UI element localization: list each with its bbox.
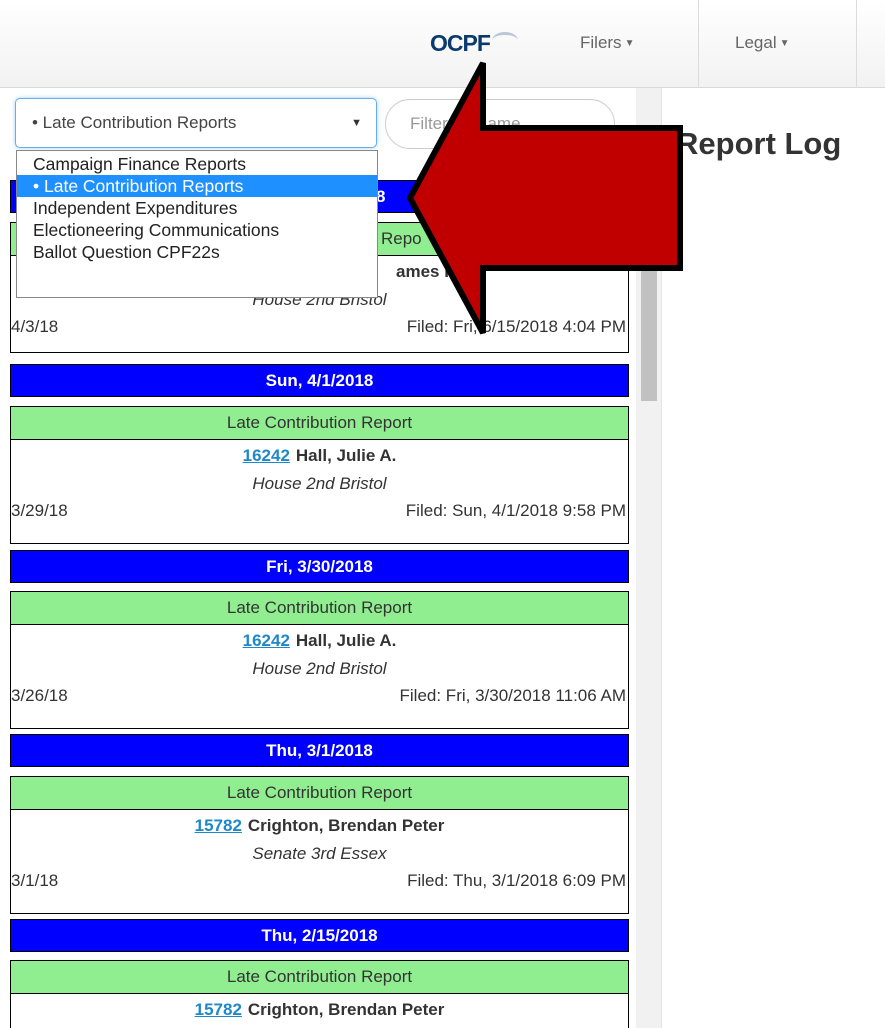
red-arrow-annotation-icon <box>406 61 683 335</box>
nav-divider <box>698 0 699 88</box>
caret-down-icon: ▼ <box>624 38 635 49</box>
period-date: 4/3/18 <box>11 317 59 336</box>
report-footer: 3/29/18 Filed: Sun, 4/1/2018 9:58 PM <box>11 496 628 526</box>
logo-text: OCPF <box>430 30 491 56</box>
report-card: Late Contribution Report 16242 Hall, Juli… <box>10 406 629 544</box>
date-header: Sun, 4/1/2018 <box>10 364 629 397</box>
cpf-id-link[interactable]: 16242 <box>243 446 290 465</box>
filed-date: Filed: Fri, 3/30/2018 11:06 AM <box>399 686 626 705</box>
option-late-contribution-reports[interactable]: • Late Contribution Reports <box>17 175 377 197</box>
office-name: Senate 3rd Essex <box>252 844 387 863</box>
date-header: Thu, 2/15/2018 <box>10 919 629 952</box>
date-header: Fri, 3/30/2018 <box>10 550 629 583</box>
filer-name-text: Hall, Julie A. <box>295 446 397 465</box>
nav-divider <box>856 0 857 88</box>
report-type-label: Late Contribution Report <box>11 592 628 625</box>
filer-name: 16242 Hall, Julie A. <box>11 440 628 472</box>
report-type-dropdown: Campaign Finance Reports • Late Contribu… <box>16 150 378 298</box>
report-type-select[interactable]: • Late Contribution Reports ▼ <box>15 98 377 148</box>
filer-name: 16242 Hall, Julie A. <box>11 625 628 657</box>
option-electioneering-communications[interactable]: Electioneering Communications <box>17 219 377 241</box>
period-date: 3/26/18 <box>11 686 68 705</box>
filer-name: 15782 Crighton, Brendan Peter <box>11 994 628 1026</box>
office-name: House 2nd Bristol <box>252 659 387 678</box>
cpf-id-link[interactable]: 16242 <box>243 631 290 650</box>
page-title: Report Log <box>676 126 842 161</box>
date-header: Thu, 3/1/2018 <box>10 734 629 767</box>
filer-name-text: Hall, Julie A. <box>295 631 397 650</box>
filer-name-text: Crighton, Brendan Peter <box>247 816 445 835</box>
option-ballot-question-cpf22s[interactable]: Ballot Question CPF22s <box>17 241 377 263</box>
filer-name-text: Crighton, Brendan Peter <box>247 1000 445 1019</box>
caret-down-icon: ▼ <box>779 38 790 49</box>
nav-legal-label: Legal <box>735 33 777 52</box>
report-type-label: Late Contribution Report <box>11 777 628 810</box>
nav-filers-label: Filers <box>580 33 622 52</box>
report-type-label: Late Contribution Report <box>11 961 628 994</box>
report-footer: 3/1/18 Filed: Thu, 3/1/2018 6:09 PM <box>11 866 628 896</box>
report-type-select-value: • Late Contribution Reports <box>32 113 237 132</box>
report-card: Late Contribution Report 16242 Hall, Juli… <box>10 591 629 729</box>
report-card: Late Contribution Report 15782 Crighton, … <box>10 776 629 914</box>
report-footer: 3/26/18 Filed: Fri, 3/30/2018 11:06 AM <box>11 681 628 711</box>
nav-legal-menu[interactable]: Legal ▼ <box>735 0 790 88</box>
option-campaign-finance-reports[interactable]: Campaign Finance Reports <box>17 153 377 175</box>
cpf-id-link[interactable]: 15782 <box>195 1000 242 1019</box>
period-date: 3/29/18 <box>11 501 68 520</box>
filed-date: Filed: Sun, 4/1/2018 9:58 PM <box>405 501 626 520</box>
period-date: 3/1/18 <box>11 871 59 890</box>
logo-wave-icon <box>491 32 518 49</box>
select-arrow-icon: ▼ <box>351 117 362 129</box>
option-independent-expenditures[interactable]: Independent Expenditures <box>17 197 377 219</box>
filer-name: 15782 Crighton, Brendan Peter <box>11 810 628 842</box>
office-name: House 2nd Bristol <box>252 474 387 493</box>
ocpf-logo[interactable]: OCPF <box>430 30 518 57</box>
filed-date: Filed: Thu, 3/1/2018 6:09 PM <box>407 871 626 890</box>
report-type-label: Late Contribution Report <box>11 407 628 440</box>
cpf-id-link[interactable]: 15782 <box>195 816 242 835</box>
report-card: Late Contribution Report 15782 Crighton, … <box>10 960 629 1028</box>
